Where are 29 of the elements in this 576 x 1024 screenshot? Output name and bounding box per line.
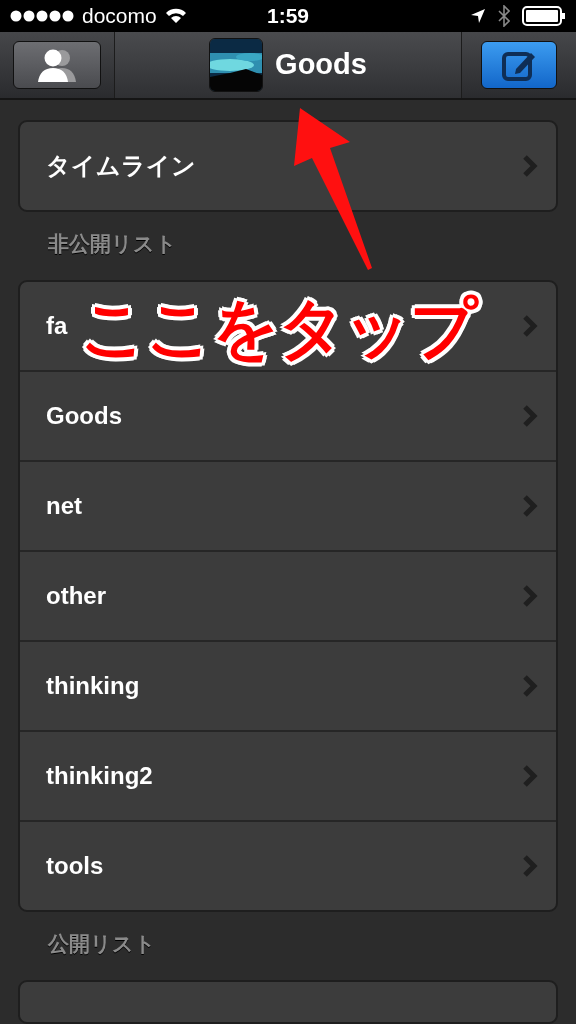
chevron-icon <box>522 314 538 338</box>
signal-icon <box>10 9 74 22</box>
chevron-icon <box>522 494 538 518</box>
clock-time: 1:59 <box>267 3 309 28</box>
location-icon <box>470 7 486 24</box>
list-item-label[interactable]: タイムライン <box>46 150 196 182</box>
chevron-icon <box>522 764 538 788</box>
battery-icon <box>522 5 566 26</box>
compose-button[interactable] <box>481 40 557 89</box>
chevron-icon <box>522 674 538 698</box>
carrier-name: docomo <box>82 3 157 28</box>
list-item-label[interactable]: net <box>46 492 82 520</box>
list-item-label[interactable]: thinking <box>46 672 140 700</box>
chevron-icon <box>522 154 538 178</box>
list-item-label[interactable]: thinking2 <box>46 762 153 790</box>
list-item-label[interactable]: tools <box>46 852 104 880</box>
list-item-label[interactable]: other <box>46 582 106 610</box>
chevron-icon <box>522 404 538 428</box>
section-header: 公開リスト <box>47 931 157 957</box>
list-title[interactable]: Goods <box>275 48 367 82</box>
list-item-label[interactable]: Goods <box>46 402 122 430</box>
bluetooth-icon <box>498 4 510 27</box>
section-header: 非公開リスト <box>47 231 178 257</box>
chevron-icon <box>522 584 538 608</box>
wifi-icon <box>164 7 187 24</box>
list-item-label[interactable]: fa <box>46 312 68 340</box>
people-icon <box>36 47 78 82</box>
contacts-button[interactable] <box>13 40 101 89</box>
chevron-icon <box>522 854 538 878</box>
